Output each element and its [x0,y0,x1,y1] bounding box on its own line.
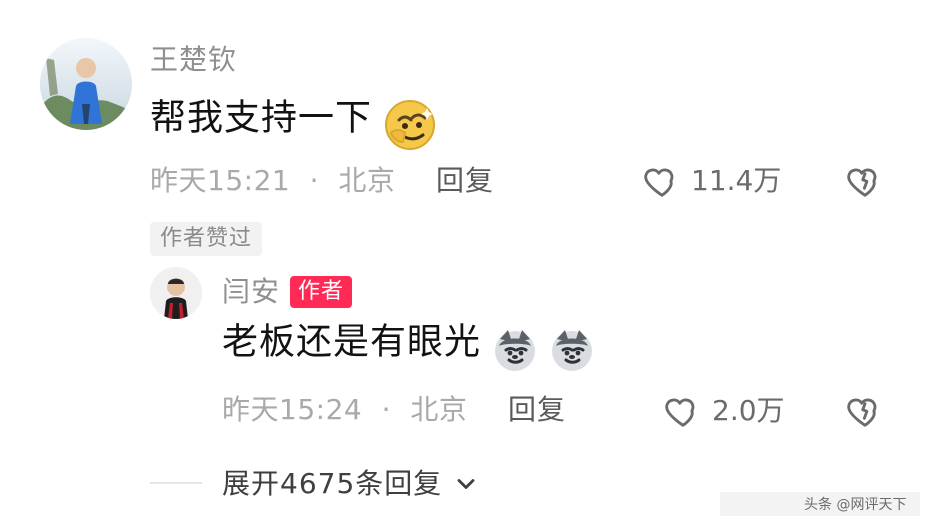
wolf-emoji-svg [495,330,536,371]
heart-outline-icon [664,392,702,430]
reply-dislike-button[interactable] [846,392,884,430]
comment-time: 昨天15:21 [150,164,291,197]
avatar[interactable] [40,38,132,130]
comment-location: 北京 [338,164,396,197]
comment-body: 帮我支持一下 [150,98,437,152]
thinking-smirk-emoji-icon [383,98,437,152]
wolf-emoji-icon [490,324,540,374]
expand-replies-label: 展开4675条回复 [222,467,443,500]
broken-heart-icon [847,398,877,427]
expand-replies-button[interactable]: 展开4675条回复 [222,470,480,498]
comment-meta: 昨天15:21 · 北京 [150,167,395,195]
author-badge: 作者 [290,276,353,308]
reply-avatar[interactable] [150,267,202,319]
broken-heart-icon [847,168,877,197]
divider [150,482,202,484]
thinking-smirk-emoji-svg [385,100,436,150]
avatar-image [40,38,132,130]
reply-to-reply-button[interactable]: 回复 [508,396,566,424]
chevron-down-icon [452,470,480,498]
like-button[interactable]: 11.4万 [643,162,781,200]
watermark: 头条 @网评天下 [804,497,907,513]
reply-like-count: 2.0万 [712,394,785,427]
comment-text: 帮我支持一下 [150,97,373,139]
heart-outline-icon [643,162,681,200]
reply-time: 昨天15:24 [222,393,363,426]
dislike-button[interactable] [846,162,884,200]
reply-author-row: 闫安 作者 [222,276,353,308]
reply-text: 老板还是有眼光 [222,321,482,363]
reply-avatar-image [150,267,202,319]
reply-button[interactable]: 回复 [436,167,494,195]
reply-body: 老板还是有眼光 [222,324,597,374]
reply-location: 北京 [410,393,468,426]
wolf-emoji-svg [552,330,593,371]
comment-author[interactable]: 王楚钦 [150,46,237,74]
reply-like-button[interactable]: 2.0万 [664,392,785,430]
reply-author[interactable]: 闫安 [222,278,280,306]
like-count: 11.4万 [691,164,782,197]
author-liked-badge: 作者赞过 [150,222,263,256]
comment-meta-separator: · [309,164,320,197]
reply-meta: 昨天15:24 · 北京 [222,396,467,424]
reply-meta-separator: · [381,393,392,426]
wolf-emoji-icon [547,324,597,374]
